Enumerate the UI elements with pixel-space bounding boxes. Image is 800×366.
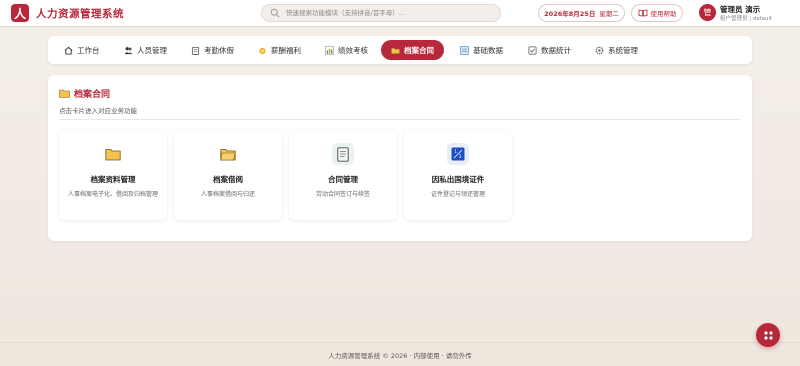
gear-icon xyxy=(595,46,604,54)
card-title: 因私出国境证件 xyxy=(431,175,485,184)
people-icon xyxy=(124,46,133,54)
folder-icon xyxy=(391,47,400,54)
app-title: 人力资源管理系统 xyxy=(36,8,124,20)
nav-label: 工作台 xyxy=(77,45,100,55)
nav-item-performance[interactable]: 绩效考核 xyxy=(325,40,368,60)
app-logo[interactable]: 人 xyxy=(11,4,29,22)
search-input[interactable] xyxy=(286,9,486,17)
section-title: 档案合同 xyxy=(59,87,110,100)
section-title-text: 档案合同 xyxy=(74,90,111,100)
main-nav: 工作台 人员管理 考勤休假 薪酬福利 绩效考核 档案合同 基础数据 数据统计 系… xyxy=(48,36,752,64)
card-passport-documents[interactable]: 1 3 因私出国境证件 证件登记与领还管理 xyxy=(404,130,512,220)
svg-text:3: 3 xyxy=(459,154,462,160)
home-icon xyxy=(64,46,73,55)
card-archive-borrow[interactable]: 档案借阅 人事档案借阅与归还 xyxy=(174,130,282,220)
nav-item-people[interactable]: 人员管理 xyxy=(124,40,167,60)
nav-label: 绩效考核 xyxy=(338,45,368,55)
svg-text:1: 1 xyxy=(454,149,457,155)
card-desc: 劳动合同签订与续签 xyxy=(315,191,370,198)
nav-item-attendance[interactable]: 考勤休假 xyxy=(191,40,234,60)
card-desc: 证件登记与领还管理 xyxy=(430,191,485,198)
nav-label: 基础数据 xyxy=(473,45,503,55)
nav-label: 档案合同 xyxy=(404,45,434,55)
nav-label: 薪酬福利 xyxy=(271,45,301,55)
nav-item-base-data[interactable]: 基础数据 xyxy=(460,40,503,60)
card-archive-management[interactable]: 档案资料管理 人事档案电子化、借阅及归档管理 xyxy=(59,130,167,220)
search-box[interactable] xyxy=(261,4,501,22)
top-header: 人 人力资源管理系统 2026年8月25日 星期二 使用帮助 管 管理员 演示 … xyxy=(0,0,800,27)
nav-label: 系统管理 xyxy=(608,45,638,55)
nav-item-system[interactable]: 系统管理 xyxy=(595,40,638,60)
section-subtitle: 点击卡片进入对应业务功能 xyxy=(59,107,137,115)
divider xyxy=(59,119,741,120)
card-title: 档案资料管理 xyxy=(90,175,136,184)
card-title: 档案借阅 xyxy=(213,175,243,184)
database-icon xyxy=(460,45,469,55)
card-desc: 人事档案电子化、借阅及归档管理 xyxy=(67,191,158,198)
passport-icon: 1 3 xyxy=(447,143,469,165)
card-desc: 人事档案借阅与归还 xyxy=(200,191,255,198)
weekday-text: 星期二 xyxy=(599,10,619,18)
help-label: 使用帮助 xyxy=(650,10,677,18)
nav-label: 考勤休假 xyxy=(204,45,234,55)
bar-chart-icon xyxy=(325,45,334,55)
card-title: 合同管理 xyxy=(328,175,358,184)
footer-text: 人力资源管理系统 © 2026 · 内部使用 · 请勿外传 xyxy=(328,352,472,360)
date-display: 2026年8月25日 星期二 xyxy=(538,4,625,22)
date-text: 2026年8月25日 xyxy=(544,10,596,18)
nav-item-workbench[interactable]: 工作台 xyxy=(64,40,100,60)
nav-item-payroll[interactable]: 薪酬福利 xyxy=(258,40,301,60)
folder-icon xyxy=(102,143,124,165)
footer-divider xyxy=(0,342,800,343)
nav-item-statistics[interactable]: 数据统计 xyxy=(528,40,571,60)
medal-icon xyxy=(259,47,266,54)
nav-label: 数据统计 xyxy=(541,45,571,55)
book-icon xyxy=(638,9,647,17)
grid-icon xyxy=(763,330,773,340)
document-icon xyxy=(332,143,354,165)
search-icon xyxy=(270,8,280,18)
checklist-icon xyxy=(528,46,537,54)
avatar[interactable]: 管 xyxy=(699,4,716,21)
folder-icon xyxy=(59,89,70,98)
folder-icon xyxy=(217,143,239,165)
nav-item-archive-contract[interactable]: 档案合同 xyxy=(381,40,444,60)
clipboard-icon xyxy=(191,46,200,55)
content-panel: 档案合同 点击卡片进入对应业务功能 档案资料管理 人事档案电子化、借阅及归档管理… xyxy=(48,75,752,241)
help-button[interactable]: 使用帮助 xyxy=(631,4,683,22)
card-contract-management[interactable]: 合同管理 劳动合同签订与续签 xyxy=(289,130,397,220)
user-role: 租户管理员 | default xyxy=(720,16,773,22)
app-grid-button[interactable] xyxy=(756,323,780,347)
nav-label: 人员管理 xyxy=(137,45,167,55)
